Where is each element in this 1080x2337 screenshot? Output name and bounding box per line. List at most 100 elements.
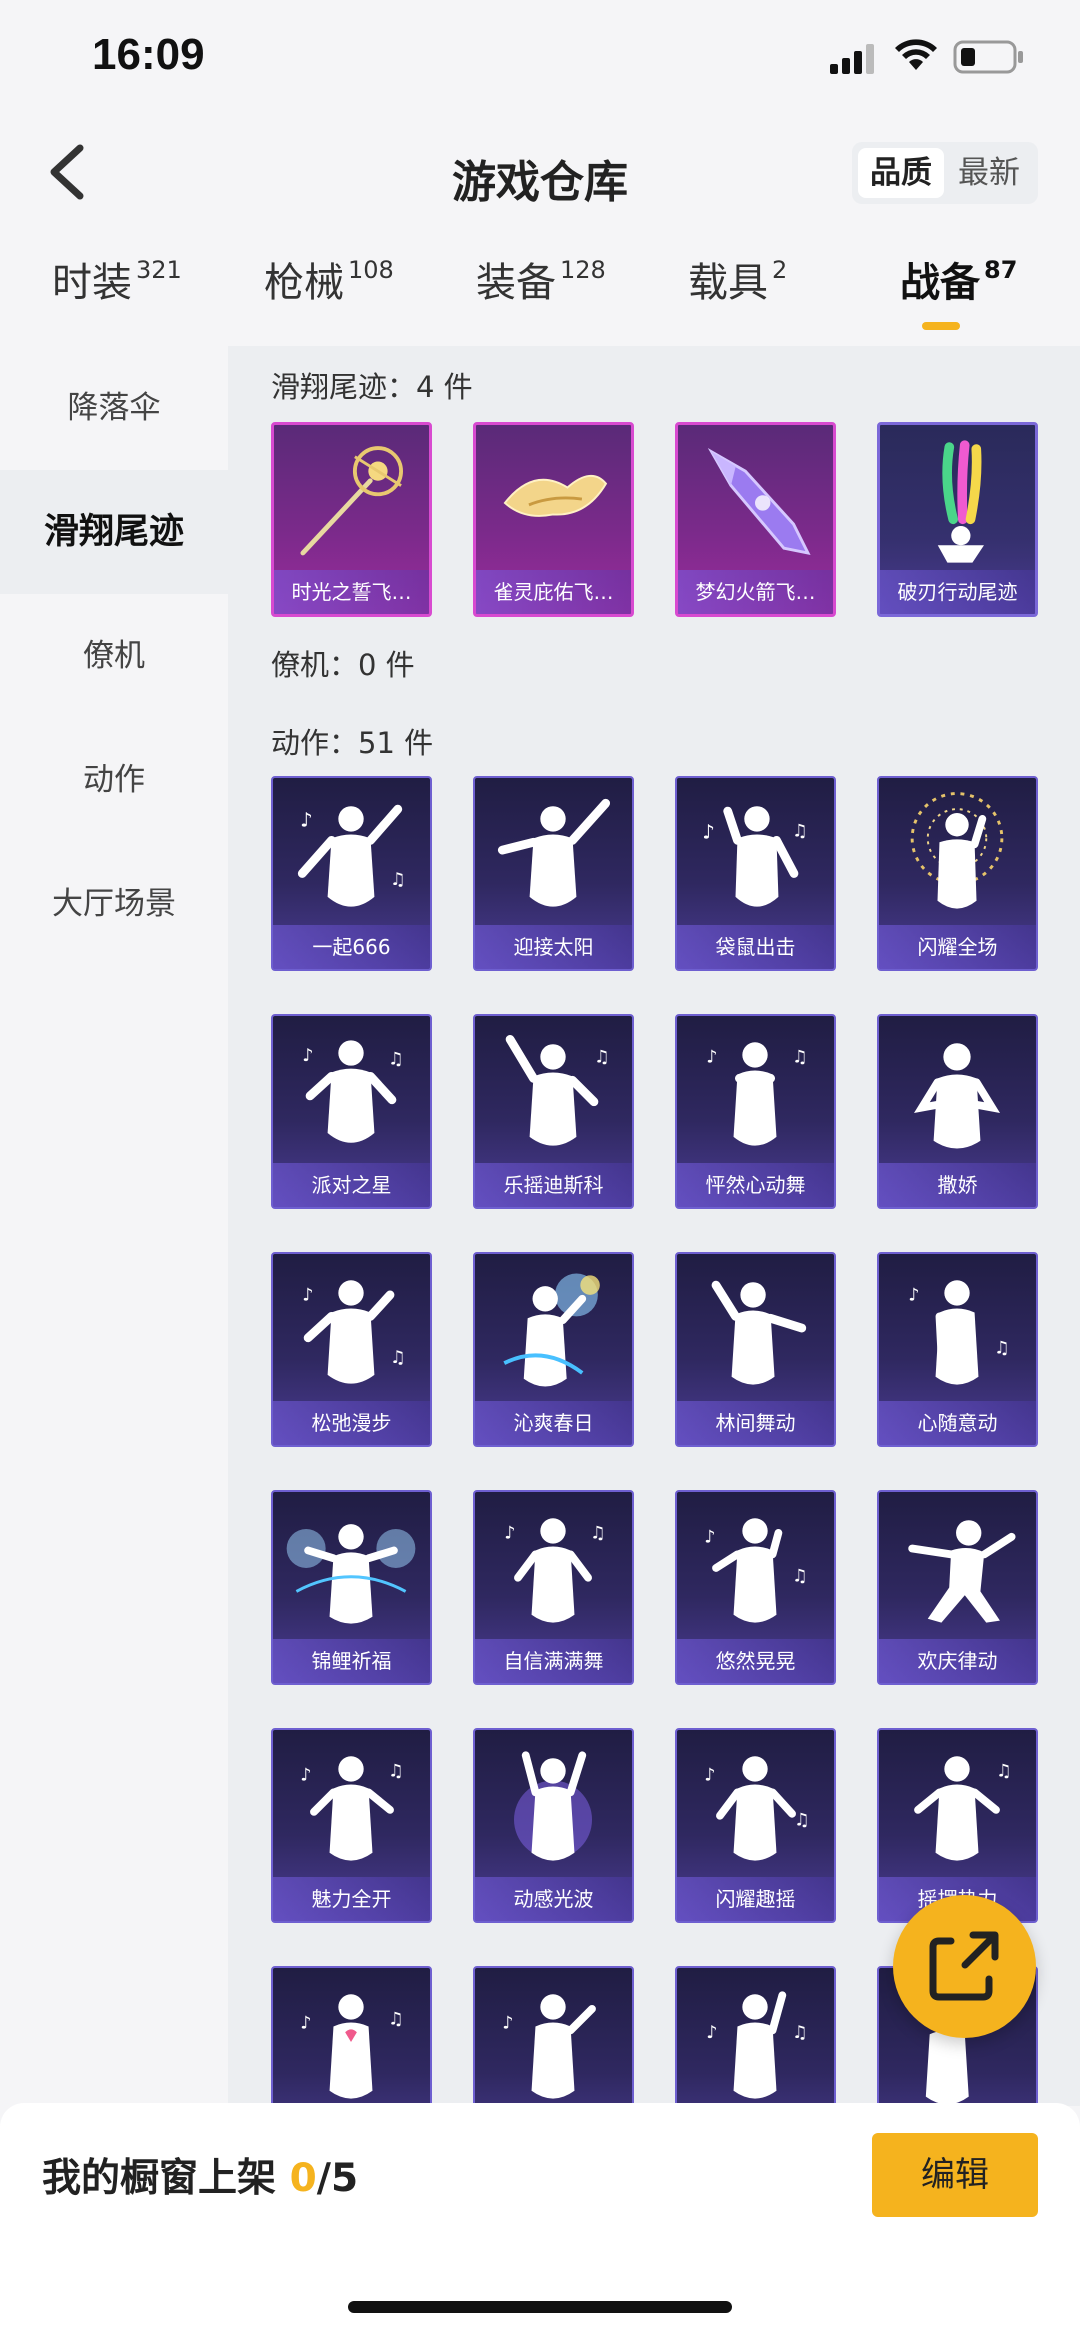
sort-option-quality[interactable]: 品质: [858, 148, 944, 198]
active-tab-indicator: [922, 322, 960, 330]
item-card[interactable]: ♪ ♫ 悠然晃晃: [675, 1490, 836, 1685]
sidebar-item-parachute[interactable]: 降落伞: [0, 346, 228, 470]
tab-firearms[interactable]: 枪械 108: [264, 250, 394, 308]
sidebar-item-action[interactable]: 动作: [0, 718, 228, 842]
svg-text:♫: ♫: [388, 2009, 404, 2029]
dancer-silhouette-icon: ♫: [914, 1756, 1012, 1861]
svg-text:♫: ♫: [792, 1567, 808, 1587]
tab-label: 枪械: [264, 260, 344, 306]
sidebar-item-lobby-scene[interactable]: 大厅场景: [0, 842, 228, 966]
item-label: 派对之星: [273, 1163, 430, 1207]
item-card[interactable]: ♫摇摆热力: [877, 1728, 1038, 1923]
item-label: 魅力全开: [273, 1877, 430, 1921]
sort-option-newest[interactable]: 最新: [946, 148, 1032, 198]
fireworks-dancer-icon: [910, 792, 1004, 909]
showcase-count-total: /5: [316, 2156, 359, 2201]
item-card[interactable]: ♪ ♫ 魅力全开: [271, 1728, 432, 1923]
tab-equipment[interactable]: 装备 128: [476, 250, 606, 308]
dancer-silhouette-icon: ♪♫: [704, 1518, 808, 1623]
tab-label: 装备: [476, 260, 556, 306]
cellular-signal-icon: [830, 44, 874, 74]
item-card[interactable]: 林间舞动: [675, 1252, 836, 1447]
item-label: 迎接太阳: [475, 925, 632, 969]
dancer-silhouette-icon: [711, 1280, 807, 1385]
sort-toggle: 品质 最新: [852, 142, 1038, 204]
koi-blessing-dancer-icon: [286, 1524, 416, 1624]
item-label: 锦鲤祈福: [273, 1639, 430, 1683]
item-card[interactable]: 时光之誓飞…: [271, 422, 432, 617]
item-label: 闪耀全场: [879, 925, 1036, 969]
showcase-label: 我的橱窗上架: [42, 2156, 277, 2201]
item-label: 袋鼠出击: [677, 925, 834, 969]
dancer-silhouette-icon: [914, 1043, 1001, 1149]
item-card[interactable]: ♪ ♫ 袋鼠出击: [675, 776, 836, 971]
item-card[interactable]: ♪: [473, 1966, 634, 2106]
svg-text:♫: ♫: [996, 1762, 1012, 1782]
item-card[interactable]: 欢庆律动: [877, 1490, 1038, 1685]
item-card[interactable]: 梦幻火箭飞…: [675, 422, 836, 617]
share-button[interactable]: [893, 1895, 1036, 2038]
svg-text:♫: ♫: [390, 870, 406, 890]
item-card[interactable]: 撒娇: [877, 1014, 1038, 1209]
item-card[interactable]: ♪ ♫ 心随意动: [877, 1252, 1038, 1447]
item-label: 欢庆律动: [879, 1639, 1036, 1683]
status-bar: 16:09: [0, 0, 1080, 120]
item-card[interactable]: 动感光波: [473, 1728, 634, 1923]
item-label: 雀灵庇佑飞…: [476, 570, 631, 614]
item-label: 闪耀趣摇: [677, 1877, 834, 1921]
section-header-action: 动作：51 件: [271, 726, 434, 760]
item-card[interactable]: ♫ 乐摇迪斯科: [473, 1014, 634, 1209]
item-label: 动感光波: [475, 1877, 632, 1921]
tab-war-prep[interactable]: 战备 87: [900, 250, 1017, 308]
rocket-glider-icon: [707, 448, 811, 555]
heart-dancer-icon: ♪ ♫: [300, 1994, 404, 2099]
tab-label: 载具: [688, 260, 768, 306]
bottom-bar: 我的橱窗上架 0/5 编辑: [0, 2103, 1080, 2337]
dancer-silhouette-icon: ♪♫: [504, 1518, 606, 1623]
tab-label: 时装: [52, 260, 132, 306]
item-card[interactable]: ♪ ♫ 闪耀趣摇: [675, 1728, 836, 1923]
item-card[interactable]: ♪ ♫ 一起666: [271, 776, 432, 971]
item-card[interactable]: ♪ ♫: [675, 1966, 836, 2106]
item-card[interactable]: 闪耀全场: [877, 776, 1038, 971]
item-label: 悠然晃晃: [677, 1639, 834, 1683]
dancer-silhouette-icon: ♪♫: [297, 804, 406, 907]
item-label: 梦幻火箭飞…: [678, 570, 833, 614]
item-card[interactable]: ♪ ♫ 自信满满舞: [473, 1490, 634, 1685]
item-card[interactable]: ♪ ♫: [271, 1966, 432, 2106]
item-card[interactable]: 迎接太阳: [473, 776, 634, 971]
svg-text:♪: ♪: [504, 1524, 515, 1544]
item-card[interactable]: 锦鲤祈福: [271, 1490, 432, 1685]
svg-text:♪: ♪: [702, 820, 714, 843]
item-label: 自信满满舞: [475, 1639, 632, 1683]
edit-button[interactable]: 编辑: [872, 2133, 1038, 2217]
item-card[interactable]: ♪ ♫ 怦然心动舞: [675, 1014, 836, 1209]
svg-text:♪: ♪: [502, 2013, 513, 2033]
dancer-silhouette-icon: [497, 798, 611, 907]
item-label: 时光之誓飞…: [274, 570, 429, 614]
item-card[interactable]: 雀灵庇佑飞…: [473, 422, 634, 617]
light-wave-dancer-icon: [514, 1751, 593, 1861]
top-header: 游戏仓库 品质 最新: [0, 120, 1080, 230]
item-card[interactable]: 沁爽春日: [473, 1252, 634, 1447]
wifi-icon: [895, 39, 937, 70]
tab-count: 128: [560, 255, 606, 284]
tab-count: 87: [984, 255, 1018, 284]
svg-text:♪: ♪: [300, 809, 312, 832]
sidebar-item-wingman[interactable]: 僚机: [0, 594, 228, 718]
dancer-silhouette-icon: ♪♫: [702, 806, 808, 907]
item-card[interactable]: ♪ ♫ 松弛漫步: [271, 1252, 432, 1447]
item-card[interactable]: ♪ ♫ 派对之星: [271, 1014, 432, 1209]
skydiver-trail-icon: [937, 440, 984, 563]
svg-text:♫: ♫: [792, 2023, 808, 2043]
category-tabs: 时装 321 枪械 108 装备 128 载具 2 战备 87: [0, 250, 1080, 346]
tab-vehicles[interactable]: 载具 2: [688, 250, 787, 308]
sidebar-item-glide-trail[interactable]: 滑翔尾迹: [0, 470, 228, 594]
svg-text:♪: ♪: [706, 2023, 717, 2043]
tab-count: 108: [348, 255, 394, 284]
home-indicator[interactable]: [348, 2301, 732, 2313]
item-card[interactable]: 破刃行动尾迹: [877, 422, 1038, 617]
svg-text:♫: ♫: [792, 821, 808, 841]
item-content: 滑翔尾迹：4 件 时光之誓飞… 雀灵庇佑飞… 梦幻火箭飞… 破刃行动尾迹 僚机：…: [228, 346, 1080, 2106]
tab-fashion[interactable]: 时装 321: [52, 250, 182, 308]
